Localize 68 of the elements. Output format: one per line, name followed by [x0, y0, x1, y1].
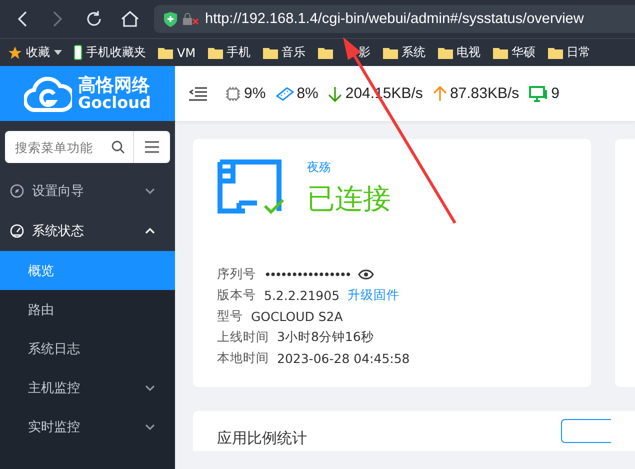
card-button[interactable] — [561, 419, 611, 443]
bookmark-item[interactable]: 手机 — [208, 44, 251, 61]
field-label: 版本号 — [217, 287, 256, 304]
insecure-lock-icon — [183, 13, 199, 25]
submenu-item[interactable]: 路由 — [0, 290, 175, 329]
bookmark-item[interactable]: 音乐 — [262, 44, 306, 61]
menu-item[interactable]: 系统状态 — [0, 211, 175, 251]
stat-reading: 8% — [276, 85, 318, 102]
compass-icon — [10, 184, 24, 198]
folder-icon — [492, 46, 508, 58]
bookmark-item[interactable]: VM — [158, 46, 196, 60]
field-label: 序列号 — [217, 266, 256, 283]
gauge-icon — [10, 224, 24, 238]
menu-item[interactable]: 设置向导 — [0, 171, 175, 211]
folder-icon — [318, 46, 333, 58]
submenu-item[interactable]: 系统日志 — [0, 329, 175, 368]
logo: 高恪网络 Gocloud — [0, 66, 175, 121]
bookmark-item[interactable]: 华硕 — [492, 44, 536, 61]
stat-reading: 9 — [529, 85, 560, 102]
folder-icon — [438, 46, 453, 58]
field-value: 3小时8分钟16秒 — [277, 329, 374, 346]
bookmark-item[interactable]: 电视 — [438, 44, 481, 61]
phone-icon — [74, 45, 82, 60]
shield-icon — [164, 12, 177, 26]
caret-icon[interactable] — [54, 50, 62, 55]
folder-icon — [208, 46, 223, 58]
bookmark-item[interactable]: 收藏 — [8, 44, 62, 61]
submenu-item[interactable]: 主机监控 — [0, 368, 175, 407]
stat-reading: 87.83KB/s — [432, 85, 520, 102]
field-label: 上线时间 — [217, 329, 269, 346]
field-label: 型号 — [217, 308, 243, 325]
field-value: •••••••••••••••• — [264, 267, 350, 282]
folder-icon — [382, 46, 398, 58]
connection-status: 已连接 — [307, 181, 391, 217]
stat-reading: 9% — [225, 85, 266, 102]
arrow-down-icon — [328, 86, 342, 102]
chevron-down-icon — [145, 188, 155, 194]
reload-icon[interactable] — [85, 10, 103, 28]
folder-icon — [262, 46, 278, 58]
folder-icon — [158, 46, 173, 58]
arrow-up-icon — [432, 86, 447, 102]
field-value: GOCLOUD S2A — [251, 309, 343, 324]
monitor-icon — [529, 86, 548, 102]
submenu-item[interactable]: 实时监控 — [0, 407, 175, 446]
field-value: 2023-06-28 04:45:58 — [277, 351, 410, 366]
home-icon[interactable] — [121, 10, 139, 28]
search-bar[interactable]: 搜索菜单功能 — [5, 131, 170, 163]
search-icon — [111, 140, 125, 154]
menu-icon[interactable] — [145, 141, 159, 153]
forward-icon[interactable] — [53, 11, 63, 27]
bookmark-item[interactable]: 系统 — [382, 44, 426, 61]
address-bar[interactable]: http://192.168.1.4/cgi-bin/webui/admin#/sysstatus/overview — [154, 5, 635, 33]
eye-icon[interactable] — [358, 269, 374, 280]
back-icon[interactable] — [17, 11, 27, 27]
chevron-up-icon — [145, 228, 155, 234]
bookmark-item[interactable]: 手机收藏夹 — [74, 44, 146, 61]
field-value: 5.2.2.21905 — [264, 288, 340, 303]
menu-search-field[interactable]: 搜索菜单功能 — [5, 138, 107, 156]
star-icon — [8, 46, 22, 60]
collapse-menu-icon[interactable] — [189, 86, 207, 100]
bookmark-item[interactable]: 影 — [318, 44, 371, 61]
card-title: 应用比例统计 — [217, 429, 307, 449]
folder-icon — [548, 46, 563, 58]
bookmark-item[interactable]: 日常 — [548, 44, 591, 61]
memory-icon — [276, 86, 294, 100]
field-label: 本地时间 — [217, 350, 269, 367]
chip-icon — [225, 86, 241, 102]
connected-device-icon — [217, 159, 287, 217]
